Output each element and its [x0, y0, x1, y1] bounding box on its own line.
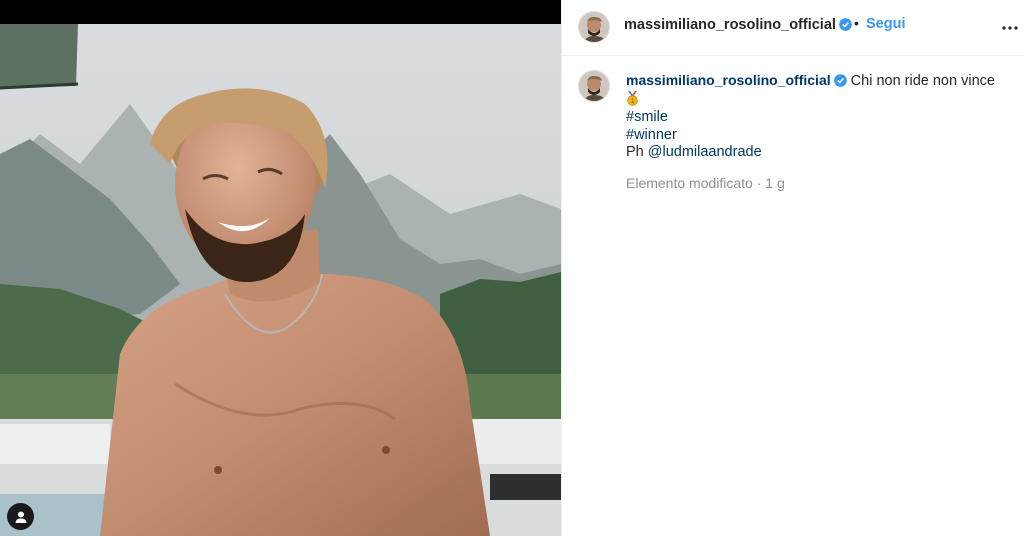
- avatar[interactable]: [578, 11, 610, 43]
- caption-text: Chi non ride non vince: [850, 73, 995, 89]
- verified-badge-icon: [833, 74, 847, 87]
- post-header: massimiliano_rosolino_official • Segui: [562, 0, 1024, 56]
- caption-avatar[interactable]: [578, 70, 610, 102]
- hashtag-link[interactable]: #smile: [626, 109, 668, 125]
- more-options-button[interactable]: [1000, 18, 1020, 38]
- hashtag-link[interactable]: #winner: [626, 127, 677, 143]
- user-tag-icon: [15, 511, 26, 523]
- verified-badge-icon: [839, 18, 852, 31]
- post-photo: [0, 24, 561, 536]
- follow-button[interactable]: Segui: [866, 16, 905, 32]
- meta-separator: ·: [752, 174, 766, 191]
- post-age[interactable]: 1 g: [765, 175, 784, 191]
- author-username[interactable]: massimiliano_rosolino_official: [624, 17, 852, 33]
- caption-body: massimiliano_rosolino_official Chi non r…: [626, 72, 1016, 192]
- more-options-icon: [1002, 26, 1018, 30]
- gold-medal-icon: 1: [627, 90, 638, 106]
- media-top-bar: [0, 0, 561, 24]
- post-side-panel: massimiliano_rosolino_official • Segui m: [561, 0, 1024, 536]
- edited-label: Elemento modificato: [626, 174, 753, 191]
- user-tag-button[interactable]: [7, 503, 34, 530]
- post-meta: Elemento modificato · 1 g: [626, 175, 1016, 193]
- caption-author-username[interactable]: massimiliano_rosolino_official: [626, 72, 847, 88]
- post-media[interactable]: [0, 0, 561, 536]
- header-separator: •: [854, 15, 859, 31]
- mention-link[interactable]: @ludmilaandrade: [648, 144, 762, 160]
- photo-credit-prefix: Ph: [626, 144, 648, 160]
